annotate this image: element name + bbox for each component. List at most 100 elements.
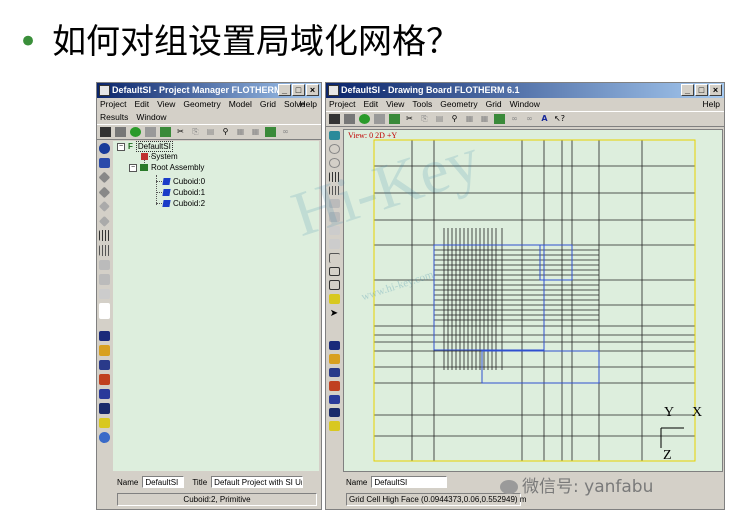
diamond-expand-icon[interactable] xyxy=(98,186,110,198)
results-icon[interactable] xyxy=(328,340,340,351)
grid-fine-icon[interactable] xyxy=(328,198,340,209)
split-icon[interactable] xyxy=(328,266,340,277)
copy-icon[interactable]: ⎘ xyxy=(190,127,201,137)
table-icon[interactable] xyxy=(494,114,505,124)
table-icon[interactable] xyxy=(265,127,276,137)
menu-view[interactable]: View xyxy=(157,98,175,111)
menu-project[interactable]: Project xyxy=(329,98,355,111)
grid-icon-b[interactable]: ▦ xyxy=(250,127,261,137)
diamond-icon[interactable] xyxy=(98,171,110,184)
collapse-assembly-icon[interactable]: − xyxy=(129,163,137,172)
save-icon[interactable] xyxy=(100,127,111,137)
find-icon[interactable]: ⚲ xyxy=(220,127,231,137)
grid-query-icon[interactable] xyxy=(98,244,110,256)
collapse-icon[interactable]: − xyxy=(117,142,125,151)
menu-help[interactable]: Help xyxy=(703,98,720,111)
plot-icon[interactable] xyxy=(98,345,110,356)
lasso-icon[interactable] xyxy=(328,144,340,155)
minimize-button[interactable]: _ xyxy=(278,84,291,96)
link-icon[interactable]: ∞ xyxy=(509,114,520,124)
menu-edit[interactable]: Edit xyxy=(363,98,378,111)
tree-cuboid[interactable]: Cuboid:2 xyxy=(162,198,205,209)
grid-coarse-icon[interactable] xyxy=(98,274,110,285)
menu-window[interactable]: Window xyxy=(510,98,540,111)
menu-geometry[interactable]: Geometry xyxy=(440,98,477,111)
cut-icon[interactable]: ✂ xyxy=(175,127,186,137)
menu-grid[interactable]: Grid xyxy=(260,98,276,111)
arrow-icon[interactable] xyxy=(328,421,340,431)
profile-icon[interactable] xyxy=(98,374,110,385)
title-field[interactable]: Default Project with SI Units xyxy=(211,476,304,488)
text-icon[interactable]: A xyxy=(539,114,550,124)
print-icon[interactable] xyxy=(115,127,126,137)
link2-icon[interactable]: ∞ xyxy=(524,114,535,124)
cylinder-icon[interactable] xyxy=(145,127,156,137)
minimize-button[interactable]: _ xyxy=(681,84,694,96)
solve-icon[interactable] xyxy=(359,114,370,124)
tree-system[interactable]: System xyxy=(141,151,178,162)
cylinder-icon[interactable] xyxy=(374,114,385,124)
menu-grid[interactable]: Grid xyxy=(486,98,502,111)
tree-assembly[interactable]: − Root Assembly xyxy=(129,162,204,173)
whats-this-icon[interactable]: ↖? xyxy=(554,114,565,124)
merge-icon[interactable] xyxy=(328,280,340,291)
arrow-icon[interactable] xyxy=(98,417,110,429)
grid-query-icon[interactable] xyxy=(328,185,340,195)
up-icon[interactable] xyxy=(98,201,110,212)
menu-view[interactable]: View xyxy=(386,98,404,111)
grid-fine-icon[interactable] xyxy=(98,259,110,271)
command-icon[interactable] xyxy=(98,403,110,414)
menu-help[interactable]: Help xyxy=(300,98,317,111)
name-field[interactable]: DefaultSI xyxy=(142,476,185,488)
command-icon[interactable] xyxy=(328,407,340,418)
pointer-icon[interactable]: ➤ xyxy=(329,308,340,319)
snap-icon[interactable] xyxy=(328,294,340,304)
print-icon[interactable] xyxy=(344,114,355,124)
grid-icon-b[interactable]: ▦ xyxy=(479,114,490,124)
paste-icon[interactable]: ▤ xyxy=(434,114,445,124)
down-icon[interactable] xyxy=(98,215,110,227)
lasso2-icon[interactable] xyxy=(328,158,340,169)
cut-icon[interactable]: ✂ xyxy=(404,114,415,124)
info-icon[interactable] xyxy=(98,143,110,154)
menu-edit[interactable]: Edit xyxy=(134,98,149,111)
cuboid-outline[interactable] xyxy=(433,244,545,351)
paste-icon[interactable]: ▤ xyxy=(205,127,216,137)
table-view-icon[interactable] xyxy=(328,367,340,378)
grid-icon-a[interactable]: ▦ xyxy=(464,114,475,124)
grid-coarse-icon[interactable] xyxy=(328,212,340,222)
grid-toggle-icon[interactable] xyxy=(98,230,110,241)
grid-toggle-icon[interactable] xyxy=(328,172,340,182)
menu-project[interactable]: Project xyxy=(100,98,126,111)
name-field[interactable]: DefaultSI xyxy=(371,476,448,488)
project-manager-titlebar[interactable]: DefaultSI - Project Manager FLOTHERM 6.1… xyxy=(97,83,321,98)
menu-tools[interactable]: Tools xyxy=(412,98,432,111)
menu-window[interactable]: Window xyxy=(136,111,166,124)
maximize-button[interactable]: □ xyxy=(292,84,305,96)
assembly-icon[interactable] xyxy=(389,114,400,124)
tree-cuboid[interactable]: Cuboid:1 xyxy=(162,187,205,198)
close-button[interactable]: × xyxy=(306,84,319,96)
monitor-icon[interactable] xyxy=(98,388,110,400)
maximize-button[interactable]: □ xyxy=(695,84,708,96)
table-view-icon[interactable] xyxy=(98,359,110,371)
save-icon[interactable] xyxy=(329,114,340,124)
grid-constraint-icon[interactable] xyxy=(328,239,340,249)
library-icon[interactable] xyxy=(98,157,110,169)
close-button[interactable]: × xyxy=(709,84,722,96)
link-icon[interactable]: ∞ xyxy=(280,127,291,137)
grid-icon-a[interactable]: ▦ xyxy=(235,127,246,137)
grid-local-icon[interactable] xyxy=(98,288,110,300)
globe-icon[interactable] xyxy=(98,432,110,444)
copy-icon[interactable]: ⎘ xyxy=(419,114,430,124)
solve-icon[interactable] xyxy=(130,127,141,137)
grid-local-icon[interactable] xyxy=(328,225,340,236)
plot-icon[interactable] xyxy=(328,354,340,364)
find-icon[interactable]: ⚲ xyxy=(449,114,460,124)
keypoint-icon[interactable] xyxy=(328,252,340,263)
menu-geometry[interactable]: Geometry xyxy=(183,98,220,111)
monitor-icon[interactable] xyxy=(328,394,340,404)
tree-cuboid[interactable]: Cuboid:0 xyxy=(162,176,205,187)
assembly-icon[interactable] xyxy=(160,127,171,137)
drawing-board-titlebar[interactable]: DefaultSI - Drawing Board FLOTHERM 6.1 _… xyxy=(326,83,724,98)
